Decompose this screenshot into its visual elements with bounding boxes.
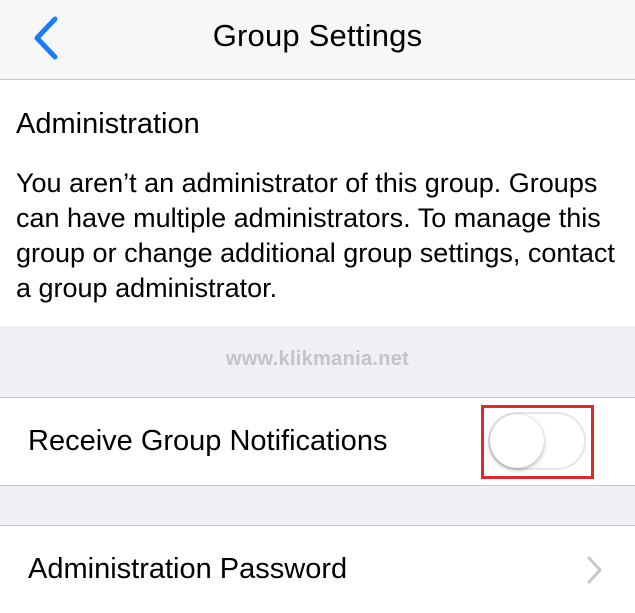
watermark-text: www.klikmania.net <box>225 348 410 370</box>
administration-password-row[interactable]: Administration Password <box>0 525 635 613</box>
navigation-bar: Group Settings <box>0 0 635 80</box>
administration-heading: Administration <box>16 108 200 140</box>
receive-notifications-row: Receive Group Notifications <box>0 397 635 486</box>
receive-notifications-label: Receive Group Notifications <box>28 425 388 457</box>
administration-password-label: Administration Password <box>28 553 348 585</box>
chevron-right-icon <box>587 556 602 584</box>
toggle-knob[interactable] <box>490 414 544 468</box>
receive-notifications-toggle[interactable] <box>488 412 586 470</box>
page-title: Group Settings <box>212 18 423 53</box>
administration-description: You aren’t an administrator of this grou… <box>16 168 615 303</box>
administration-section: Administration You aren’t an administrat… <box>0 80 635 326</box>
